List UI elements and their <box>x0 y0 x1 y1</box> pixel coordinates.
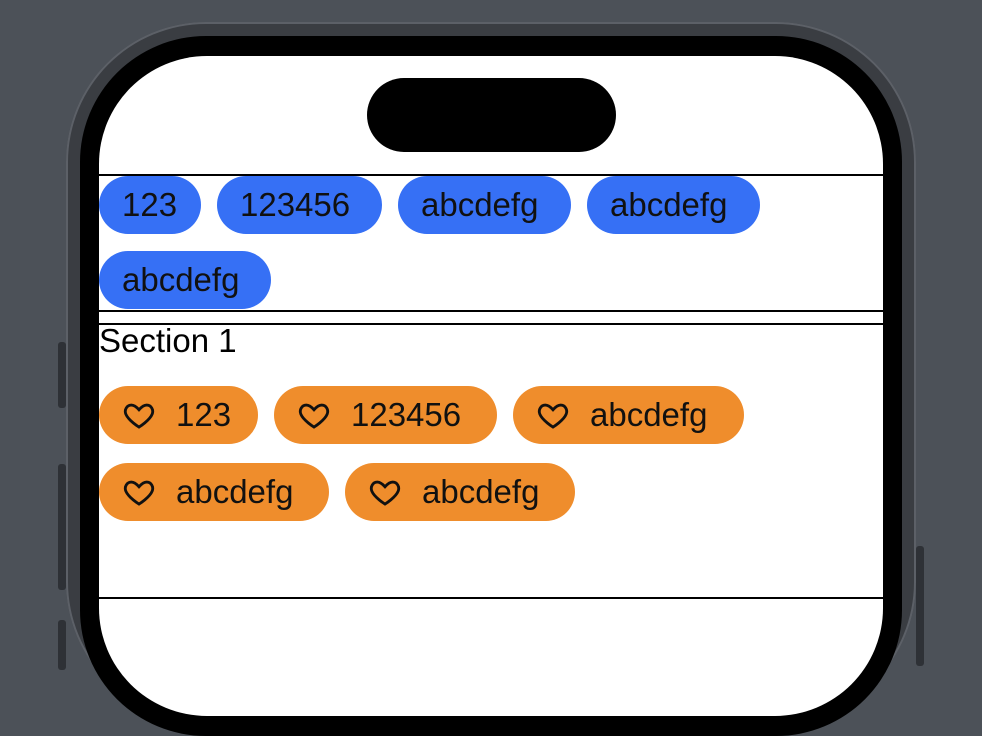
side-button-left-3 <box>58 620 66 670</box>
heart-tag-chip[interactable]: abcdefg <box>345 463 575 521</box>
tag-label: 123 <box>176 396 232 433</box>
dynamic-island <box>367 78 616 152</box>
heart-icon <box>537 403 569 429</box>
tag-label: 123456 <box>351 396 462 433</box>
tag-chip[interactable]: 123 <box>99 176 201 234</box>
heart-icon <box>298 403 330 429</box>
heart-tag-chip[interactable]: 123 <box>99 386 258 444</box>
section-container <box>99 323 883 599</box>
heart-icon <box>123 480 155 506</box>
section-tag-row-1: 123 123456 abcdefg <box>99 386 744 444</box>
side-button-right <box>916 546 924 666</box>
heart-tag-chip[interactable]: 123456 <box>274 386 497 444</box>
side-button-left-2 <box>58 464 66 590</box>
heart-tag-chip[interactable]: abcdefg <box>99 463 329 521</box>
phone-screen: 123 123456 abcdefg abcdefg abcdefg Secti… <box>99 56 883 716</box>
top-tag-row-2: abcdefg <box>99 251 271 309</box>
tag-label: abcdefg <box>422 473 540 510</box>
tag-label: abcdefg <box>176 473 294 510</box>
tag-chip[interactable]: 123456 <box>217 176 382 234</box>
section-title: Section 1 <box>99 322 237 359</box>
heart-icon <box>369 480 401 506</box>
tag-chip[interactable]: abcdefg <box>99 251 271 309</box>
side-button-left-1 <box>58 342 66 408</box>
heart-tag-chip[interactable]: abcdefg <box>513 386 744 444</box>
section-tag-row-2: abcdefg abcdefg <box>99 463 575 521</box>
tag-chip[interactable]: abcdefg <box>398 176 571 234</box>
top-tag-row-1: 123 123456 abcdefg abcdefg <box>99 176 760 234</box>
tag-label: abcdefg <box>590 396 708 433</box>
tag-chip[interactable]: abcdefg <box>587 176 760 234</box>
heart-icon <box>123 403 155 429</box>
